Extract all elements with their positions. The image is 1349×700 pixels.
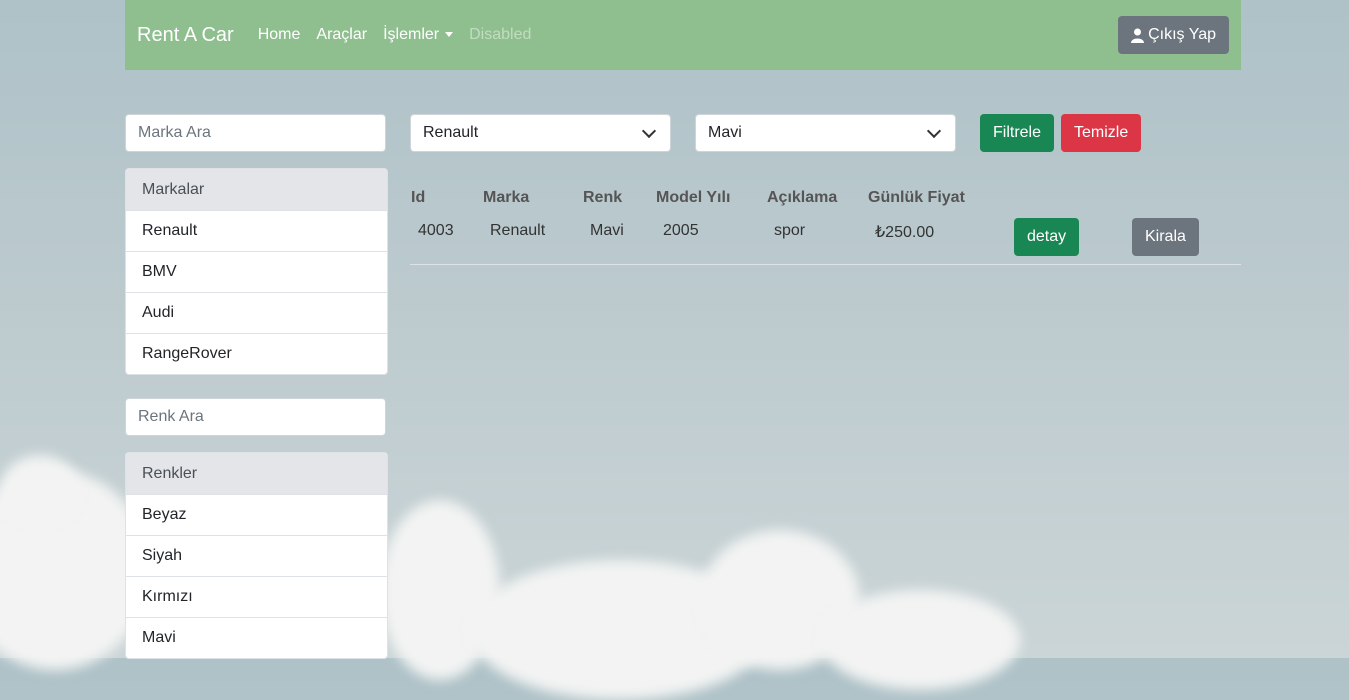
nav-islemler-label: İşlemler: [383, 26, 440, 43]
cell-renk: Mavi: [590, 222, 624, 239]
column-header-id: Id: [411, 189, 426, 206]
cell-id: 4003: [418, 222, 454, 239]
cell-gunluk-fiyat: ₺250.00: [875, 224, 935, 241]
brand-item-rangerover[interactable]: RangeRover: [126, 333, 387, 374]
cell-model-yili: 2005: [663, 222, 699, 239]
color-item-mavi[interactable]: Mavi: [126, 617, 387, 658]
color-item-beyaz[interactable]: Beyaz: [126, 494, 387, 535]
cell-aciklama: spor: [774, 222, 806, 239]
color-item-siyah[interactable]: Siyah: [126, 535, 387, 576]
detail-button[interactable]: detay: [1014, 218, 1080, 256]
color-list: Renkler Beyaz Siyah Kırmızı Mavi: [125, 452, 388, 659]
chevron-down-icon: [641, 123, 657, 138]
color-list-header: Renkler: [126, 453, 387, 494]
brand-list-header: Markalar: [126, 169, 387, 210]
color-select[interactable]: Mavi: [695, 114, 956, 152]
chevron-down-icon: [926, 123, 942, 138]
column-header-renk: Renk: [583, 189, 623, 206]
color-item-kirmizi[interactable]: Kırmızı: [126, 576, 387, 617]
nav-home[interactable]: Home: [258, 26, 301, 44]
navbar: Rent A Car Home Araçlar İşlemler Disable…: [125, 0, 1241, 70]
row-divider: [410, 264, 1241, 265]
brand-item-renault[interactable]: Renault: [126, 210, 387, 251]
user-icon: [1131, 28, 1145, 43]
caret-down-icon: [445, 32, 454, 38]
brand-select[interactable]: Renault: [410, 114, 671, 152]
clear-button[interactable]: Temizle: [1061, 114, 1142, 152]
filter-button[interactable]: Filtrele: [980, 114, 1055, 152]
logout-label: Çıkış Yap: [1148, 26, 1216, 43]
brand-item-audi[interactable]: Audi: [126, 292, 387, 333]
brand-search-placeholder: Marka Ara: [138, 124, 211, 141]
nav-islemler-dropdown[interactable]: İşlemler: [383, 26, 454, 44]
color-select-value: Mavi: [708, 124, 742, 141]
column-header-gunluk-fiyat: Günlük Fiyat: [868, 189, 965, 206]
nav-disabled: Disabled: [469, 26, 532, 43]
rent-button[interactable]: Kirala: [1132, 218, 1199, 256]
logout-button[interactable]: Çıkış Yap: [1118, 16, 1229, 54]
column-header-marka: Marka: [483, 189, 530, 206]
column-header-model-yili: Model Yılı: [656, 189, 731, 206]
color-search-placeholder: Renk Ara: [138, 408, 204, 425]
brand-select-value: Renault: [423, 124, 479, 141]
color-search-input[interactable]: Renk Ara: [125, 398, 386, 436]
brand-logo[interactable]: Rent A Car: [137, 24, 234, 47]
cell-marka: Renault: [490, 222, 546, 239]
column-header-aciklama: Açıklama: [767, 189, 838, 206]
brand-search-input[interactable]: Marka Ara: [125, 114, 386, 152]
brand-item-bmv[interactable]: BMV: [126, 251, 387, 292]
nav-araclar[interactable]: Araçlar: [316, 26, 367, 44]
brand-list: Markalar Renault BMV Audi RangeRover: [125, 168, 388, 375]
